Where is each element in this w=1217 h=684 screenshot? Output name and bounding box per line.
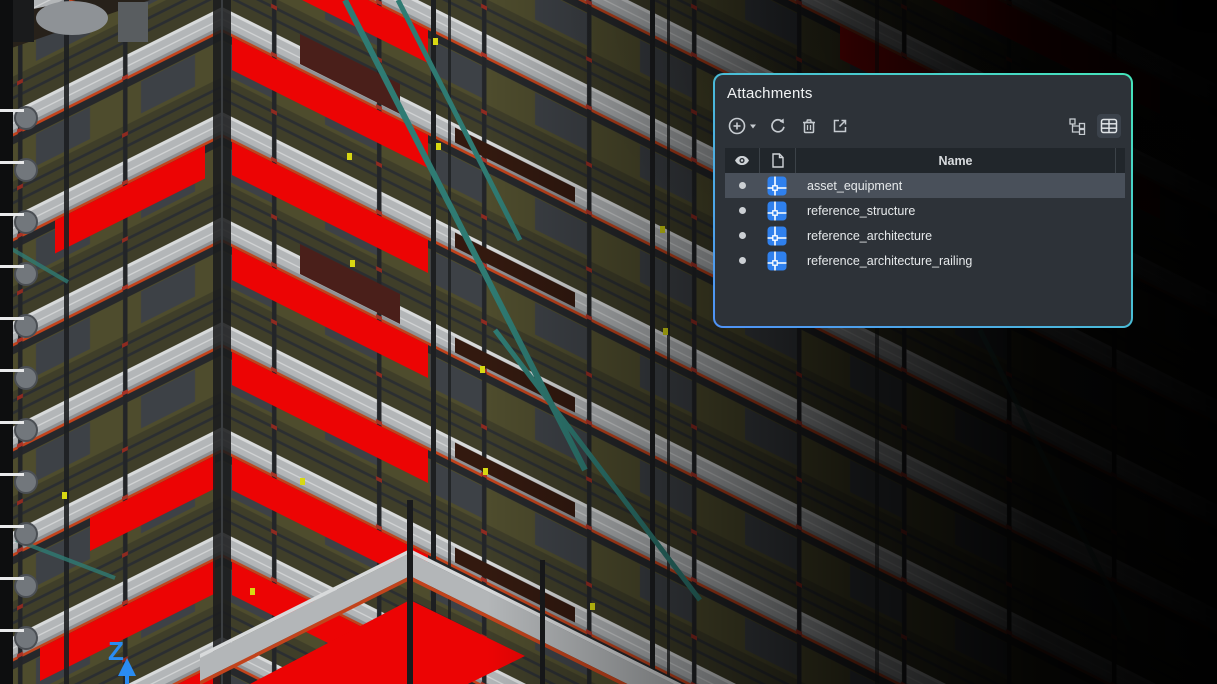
table-header: Name: [725, 148, 1125, 173]
attachment-name: reference_structure: [794, 204, 1125, 218]
file-icon: [772, 153, 784, 168]
visibility-toggle[interactable]: [725, 232, 759, 239]
attachments-table: Name asset_equipment: [725, 148, 1125, 273]
xref-attachment-icon: [767, 226, 787, 246]
attachment-type-cell: [759, 251, 794, 271]
attachment-name: reference_architecture_railing: [794, 254, 1125, 268]
grid-view-button[interactable]: [1097, 114, 1121, 138]
open-in-window-button[interactable]: [828, 114, 852, 138]
xref-attachment-icon: [767, 251, 787, 271]
attachment-row[interactable]: reference_architecture_railing: [725, 248, 1125, 273]
visibility-toggle[interactable]: [725, 182, 759, 189]
delete-button[interactable]: [797, 114, 821, 138]
attachment-row[interactable]: reference_structure: [725, 198, 1125, 223]
eye-icon: [734, 155, 750, 166]
caret-down-icon: [750, 125, 756, 129]
visibility-dot-icon: [739, 257, 746, 264]
attach-add-button[interactable]: [727, 114, 759, 138]
column-header-spacer: [1116, 148, 1125, 173]
tree-view-button[interactable]: [1065, 114, 1089, 138]
xref-attachment-icon: [767, 201, 787, 221]
xref-attachment-icon: [767, 176, 787, 196]
table-body: asset_equipment reference_structure: [725, 173, 1125, 273]
visibility-toggle[interactable]: [725, 257, 759, 264]
attachments-toolbar: [725, 113, 1121, 139]
visibility-dot-icon: [739, 182, 746, 189]
column-header-visibility[interactable]: [725, 148, 760, 173]
attachment-name: asset_equipment: [794, 179, 1125, 193]
attachment-row[interactable]: asset_equipment: [725, 173, 1125, 198]
visibility-dot-icon: [739, 207, 746, 214]
refresh-icon: [769, 117, 787, 135]
visibility-toggle[interactable]: [725, 207, 759, 214]
column-header-filetype[interactable]: [760, 148, 796, 173]
tree-view-icon: [1069, 118, 1086, 135]
svg-text:Z: Z: [108, 636, 124, 666]
attachment-type-cell: [759, 226, 794, 246]
grid-view-icon: [1100, 118, 1118, 134]
visibility-dot-icon: [739, 232, 746, 239]
attachment-row[interactable]: reference_architecture: [725, 223, 1125, 248]
trash-icon: [800, 117, 818, 135]
attachment-name: reference_architecture: [794, 229, 1125, 243]
attachment-type-cell: [759, 176, 794, 196]
open-external-icon: [831, 117, 849, 135]
app-screen: { "viewport": { "ucs_label": "Z", "descr…: [0, 0, 1217, 684]
plus-circle-icon: [728, 117, 758, 135]
attachments-panel: Attachments: [713, 73, 1133, 328]
attachment-type-cell: [759, 201, 794, 221]
column-header-name[interactable]: Name: [796, 148, 1116, 173]
panel-title: Attachments: [727, 85, 1121, 102]
refresh-button[interactable]: [766, 114, 790, 138]
